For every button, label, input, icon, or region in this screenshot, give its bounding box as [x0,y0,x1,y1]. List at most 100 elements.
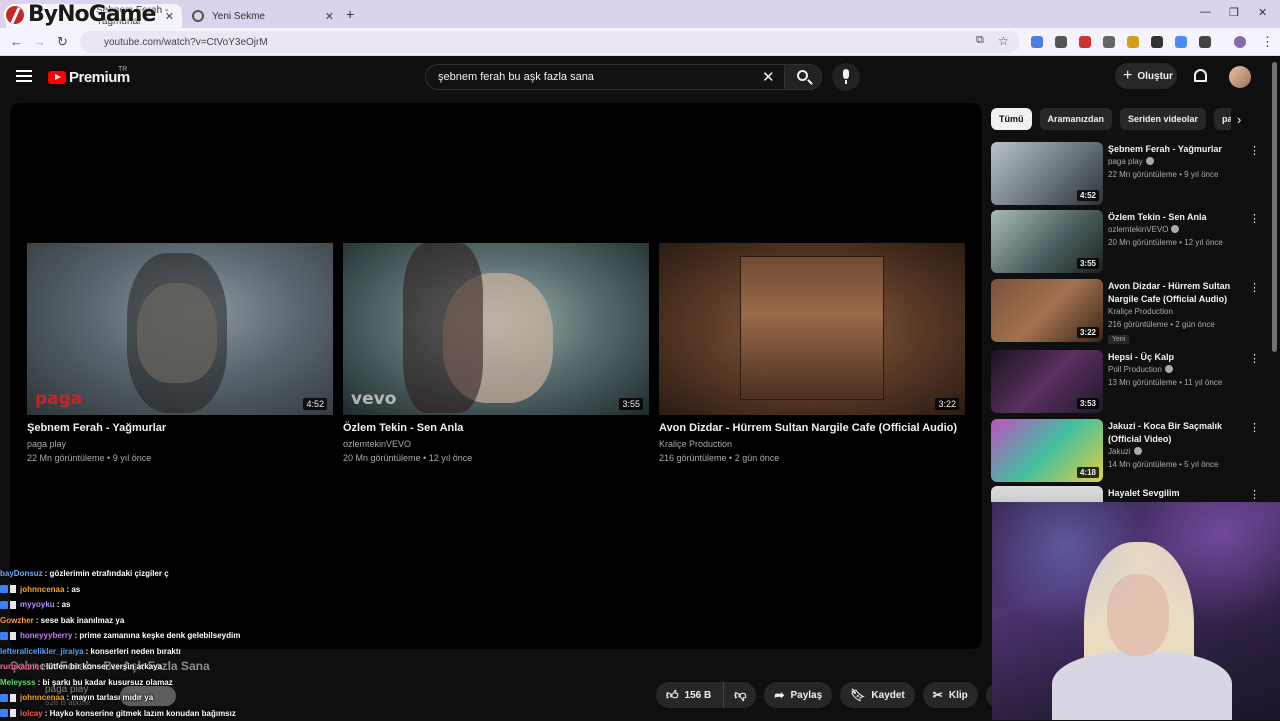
recommended-video[interactable]: Hayalet Sevgilim ⋮ [991,486,1263,502]
video-thumbnail[interactable]: 3:22 [991,279,1103,342]
create-button[interactable]: + Oluştur [1115,63,1177,89]
chip-all[interactable]: Tümü [991,108,1032,130]
search-input[interactable]: şebnem ferah bu aşk fazla sana [425,64,785,90]
page-scrollbar[interactable] [1272,62,1277,352]
more-vertical-icon[interactable]: ⋮ [1249,421,1260,434]
video-title[interactable]: Şebnem Ferah - Yağmurlar [27,422,333,434]
endscreen-video-card[interactable]: 3:22 Avon Dizdar - Hürrem Sultan Nargile… [659,243,965,463]
video-thumbnail[interactable] [991,486,1103,502]
video-thumbnail[interactable]: paga 4:52 [27,243,333,415]
tab-close-icon[interactable]: ✕ [165,10,174,23]
extension-icon[interactable] [1151,36,1163,48]
video-thumbnail[interactable]: 3:22 [659,243,965,415]
extension-icon[interactable] [1079,36,1091,48]
close-window-icon[interactable]: ✕ [1258,6,1267,19]
profile-avatar-icon[interactable] [1234,36,1246,48]
share-button[interactable]: ➦ Paylaş [764,682,832,708]
channel-name[interactable]: ozlemtekinVEVO [343,439,649,449]
youtube-premium-logo[interactable]: Premium TR [48,69,130,86]
clip-label: Klip [949,690,968,701]
video-title[interactable]: Hayalet Sevgilim [1108,487,1238,500]
video-thumbnail[interactable]: 3:55 [991,210,1103,273]
browser-menu-icon[interactable]: ⋮ [1261,34,1274,50]
video-thumbnail[interactable]: 4:18 [991,419,1103,482]
hamburger-menu-icon[interactable] [16,70,32,82]
chat-text: : as [66,582,80,598]
video-title[interactable]: Özlem Tekin - Sen Anla [1108,211,1238,224]
dislike-button[interactable]: 👎︎ [724,682,756,708]
video-title[interactable]: Avon Dizdar - Hürrem Sultan Nargile Cafe… [659,422,965,434]
account-avatar[interactable] [1229,66,1251,88]
channel-name[interactable]: paga play [1108,157,1154,166]
channel-name[interactable]: Kraliçe Production [1108,307,1173,316]
video-title[interactable]: Hepsi - Üç Kalp [1108,351,1238,364]
more-vertical-icon[interactable]: ⋮ [1249,488,1260,501]
forward-icon[interactable]: → [33,34,46,49]
video-thumbnail[interactable]: 4:52 [991,142,1103,205]
chip-channel[interactable]: paga play [1214,108,1231,130]
voice-search-button[interactable] [832,63,860,91]
channel-name[interactable]: paga play [27,439,333,449]
extensions-puzzle-icon[interactable] [1199,36,1211,48]
more-vertical-icon[interactable]: ⋮ [1249,352,1260,365]
recommended-video[interactable]: 3:53Hepsi - Üç KalpPoll Production13 Mn … [991,350,1263,414]
chevron-right-icon[interactable]: › [1237,112,1241,127]
video-meta: 22 Mn görüntüleme • 9 yıl önce [27,453,333,463]
streamer-logo-overlay: ByNoGame [4,2,155,27]
recommended-video[interactable]: 3:55 Özlem Tekin - Sen AnlaozlemtekinVEVO… [991,210,1263,274]
extension-icon[interactable] [1175,36,1187,48]
back-icon[interactable]: ← [10,34,23,49]
minimize-icon[interactable]: — [1200,6,1211,18]
more-vertical-icon[interactable]: ⋮ [1249,281,1260,294]
more-vertical-icon[interactable]: ⋮ [1249,144,1260,157]
clear-search-icon[interactable]: ✕ [762,68,775,86]
extension-icon[interactable] [1103,36,1115,48]
recommended-video[interactable]: 4:18Jakuzi - Koca Bir Saçmalık (Official… [991,419,1263,483]
video-meta: 20 Mn görüntüleme • 12 yıl önce [343,453,649,463]
search-button[interactable] [784,64,822,90]
new-tab-icon[interactable]: + [346,6,354,22]
save-button[interactable]: 🔖︎ Kaydet [840,682,915,708]
notifications-bell-icon[interactable] [1194,69,1207,82]
video-title[interactable]: Özlem Tekin - Sen Anla [343,422,649,434]
video-thumbnail[interactable]: 3:53 [991,350,1103,413]
video-meta: 20 Mn görüntüleme • 12 yıl önce [1108,238,1223,247]
overlay-logo-text: ByNoGame [28,2,155,27]
channel-name[interactable]: Jakuzi [1108,447,1142,456]
video-thumbnail[interactable]: vevo 3:55 [343,243,649,415]
restore-icon[interactable]: ❐ [1229,6,1239,19]
shield-extension-icon[interactable] [1055,36,1067,48]
endscreen-video-card[interactable]: paga 4:52 Şebnem Ferah - Yağmurlar paga … [27,243,333,463]
video-title[interactable]: Avon Dizdar - Hürrem Sultan Nargile Cafe… [1108,280,1238,306]
chat-username: johnncenaa [20,690,64,706]
video-title[interactable]: Jakuzi - Koca Bir Saçmalık (Official Vid… [1108,420,1238,446]
filter-chips: Tümü Aramanızdan Seriden videolar paga p… [991,108,1231,130]
translate-extension-icon[interactable] [1031,36,1043,48]
channel-name[interactable]: Kraliçe Production [659,439,965,449]
clip-button[interactable]: ✂ Klip [923,682,978,708]
channel-name[interactable]: ozlemtekinVEVO [1108,225,1179,234]
install-app-icon[interactable]: ⧉ [976,34,984,47]
thumbs-down-icon: 👎︎ [734,688,746,703]
tab-close-icon[interactable]: ✕ [325,10,334,23]
more-vertical-icon[interactable]: ⋮ [1249,212,1260,225]
create-label: Oluştur [1137,71,1173,82]
duration-badge: 4:52 [1077,190,1099,201]
chip-from-series[interactable]: Seriden videolar [1120,108,1206,130]
extension-icon[interactable] [1127,36,1139,48]
channel-name[interactable]: Poll Production [1108,365,1173,374]
recommended-video[interactable]: 3:22Avon Dizdar - Hürrem Sultan Nargile … [991,279,1263,343]
chat-username: Gowzher [0,613,34,629]
webcam-background-lights [992,502,1280,720]
video-title[interactable]: Şebnem Ferah - Yağmurlar [1108,143,1238,156]
chat-text: : Hayko konserine gitmek lazım konudan b… [45,706,236,721]
recommended-video[interactable]: 4:52Şebnem Ferah - Yağmurlarpaga play22 … [991,142,1263,206]
endscreen-video-card[interactable]: vevo 3:55 Özlem Tekin - Sen Anla ozlemte… [343,243,649,463]
bookmark-star-icon[interactable]: ☆ [998,34,1009,48]
duration-badge: 3:55 [619,398,643,410]
like-button[interactable]: 👍︎ 156 B [656,682,724,708]
reload-icon[interactable]: ↻ [57,34,68,50]
address-bar[interactable]: youtube.com/watch?v=CtVoY3eOjrM [80,31,1020,53]
browser-tab[interactable]: Yeni Sekme ✕ [182,4,342,28]
chip-from-search[interactable]: Aramanızdan [1040,108,1113,130]
